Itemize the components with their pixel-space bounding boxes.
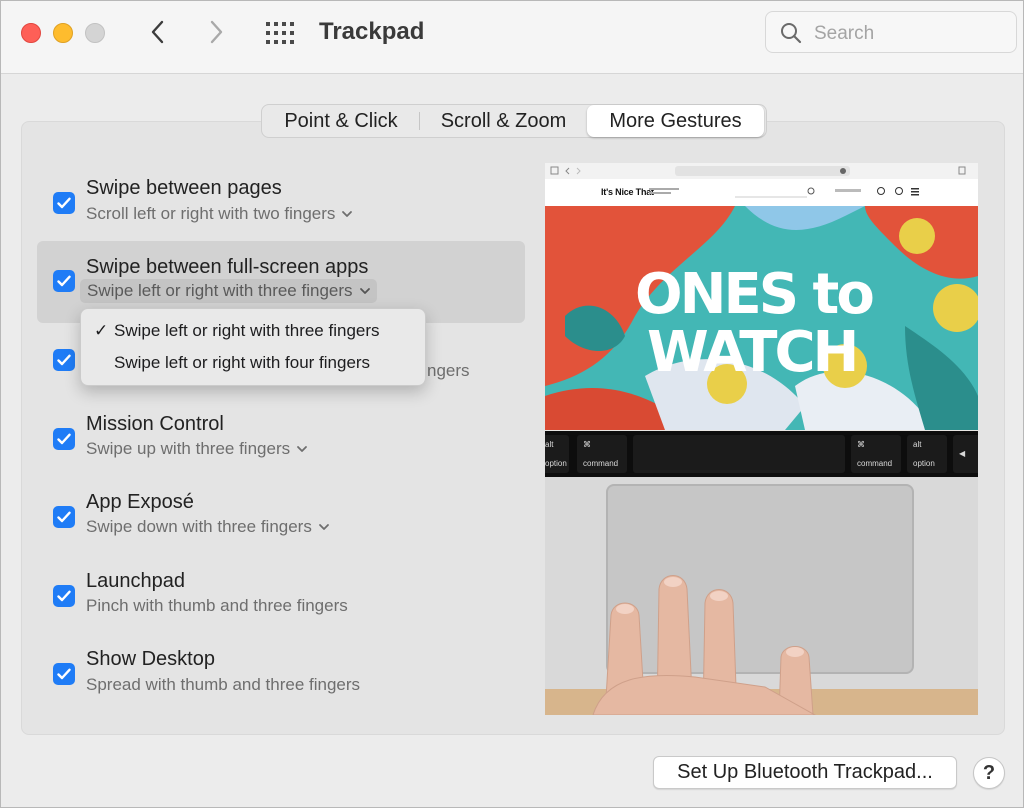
chevron-left-icon: [151, 20, 164, 44]
search-field[interactable]: [765, 11, 1017, 53]
gesture-title: Launchpad: [86, 570, 185, 592]
chevron-down-icon: [341, 210, 353, 218]
gesture-title: Swipe between full-screen apps: [86, 256, 369, 278]
menu-item-three-fingers[interactable]: ✓ Swipe left or right with three fingers: [81, 317, 425, 345]
swipe-between-apps-checkbox[interactable]: [53, 270, 75, 292]
chevron-down-icon: [296, 445, 308, 453]
gesture-subtitle: Swipe up with three fingers: [86, 439, 291, 458]
key-option-right: alt option: [907, 435, 947, 473]
site-header-graphic: [649, 187, 919, 198]
tab-point-and-click[interactable]: Point & Click: [262, 105, 420, 137]
tab-scroll-and-zoom[interactable]: Scroll & Zoom: [420, 105, 587, 137]
hero-headline-line1: ONES to: [635, 262, 875, 327]
mission-control-popup[interactable]: Swipe up with three fingers: [86, 438, 308, 460]
window-title: Trackpad: [319, 18, 425, 45]
checkmark-icon: [57, 433, 71, 445]
checkmark-icon: [57, 354, 71, 366]
minimize-window-button[interactable]: [53, 23, 73, 43]
search-input[interactable]: [812, 20, 1006, 48]
preview-browser-bar: [545, 163, 978, 180]
key-option-left: alt option: [545, 435, 569, 473]
tab-more-gestures[interactable]: More Gestures: [587, 105, 764, 137]
gesture-title: Swipe between pages: [86, 177, 282, 199]
gesture-subtitle: Spread with thumb and three fingers: [86, 675, 361, 694]
back-button[interactable]: [143, 17, 173, 47]
key-command-right: ⌘ command: [851, 435, 901, 473]
hand-illustration: [592, 575, 817, 715]
show-desktop-checkbox[interactable]: [53, 663, 75, 685]
title-bar: Trackpad: [1, 1, 1023, 74]
menu-item-label: Swipe left or right with three fingers: [114, 321, 380, 340]
gesture-preview-video: It's Nice That ONES to WATCH alt option …: [545, 163, 978, 715]
checkmark-icon: [57, 275, 71, 287]
gesture-subtitle: Swipe down with three fingers: [86, 517, 312, 536]
search-icon: [781, 23, 802, 44]
grid-icon: [266, 22, 294, 44]
checkmark-icon: [57, 197, 71, 209]
swipe-apps-dropdown-menu: ✓ Swipe left or right with three fingers…: [80, 308, 426, 386]
key-arrow-left: ◀: [953, 435, 978, 473]
browser-toolbar-graphic: [550, 166, 966, 176]
gesture-title: Show Desktop: [86, 648, 215, 670]
zoom-window-button[interactable]: [85, 23, 105, 43]
system-preferences-window: Trackpad Point & Click Scroll & Zoom Mor…: [0, 0, 1024, 808]
menu-item-four-fingers[interactable]: Swipe left or right with four fingers: [81, 349, 425, 377]
key-space: [633, 435, 845, 473]
gesture-title: App Exposé: [86, 491, 194, 513]
menu-item-label: Swipe left or right with four fingers: [114, 353, 371, 372]
hero-headline-line2: WATCH: [647, 320, 859, 385]
app-expose-popup[interactable]: Swipe down with three fingers: [86, 516, 330, 538]
show-all-button[interactable]: [263, 19, 297, 47]
close-window-button[interactable]: [21, 23, 41, 43]
checkmark-icon: [57, 590, 71, 602]
gesture-launchpad: Launchpad Pinch with thumb and three fin…: [37, 556, 525, 634]
swipe-between-apps-popup[interactable]: Swipe left or right with three fingers: [80, 279, 377, 303]
chevron-right-icon: [210, 20, 223, 44]
set-up-bluetooth-trackpad-button[interactable]: Set Up Bluetooth Trackpad...: [653, 756, 957, 789]
forward-button[interactable]: [201, 17, 231, 47]
gesture-title: Mission Control: [86, 413, 224, 435]
checkmark-icon: [57, 511, 71, 523]
gesture-subtitle: Pinch with thumb and three fingers: [86, 596, 348, 615]
gesture-subtitle: Scroll left or right with two fingers: [86, 204, 336, 223]
hidden-gesture-subtitle: ngers: [427, 361, 470, 380]
gesture-show-desktop: Show Desktop Spread with thumb and three…: [37, 634, 525, 712]
gesture-subtitle: Swipe left or right with three fingers: [87, 281, 353, 300]
gesture-app-expose: App Exposé Swipe down with three fingers: [37, 477, 525, 555]
gesture-swipe-between-pages: Swipe between pages Scroll left or right…: [37, 163, 525, 241]
checkmark-icon: [57, 668, 71, 680]
preview-site-header: It's Nice That: [545, 179, 978, 207]
key-command-left: ⌘ command: [577, 435, 627, 473]
preview-keyboard: alt option ⌘ command ⌘ command alt option ◀: [545, 431, 978, 477]
preview-laptop-deck: [545, 477, 978, 715]
tab-bar: Point & Click Scroll & Zoom More Gesture…: [261, 104, 767, 138]
gesture-mission-control: Mission Control Swipe up with three fing…: [37, 399, 525, 477]
chevron-down-icon: [359, 287, 371, 295]
launchpad-checkbox[interactable]: [53, 585, 75, 607]
app-expose-checkbox[interactable]: [53, 506, 75, 528]
chevron-down-icon: [318, 523, 330, 531]
checkmark-icon: ✓: [94, 321, 109, 340]
hidden-gesture-checkbox[interactable]: [53, 349, 75, 371]
swipe-between-pages-checkbox[interactable]: [53, 192, 75, 214]
mission-control-checkbox[interactable]: [53, 428, 75, 450]
help-button[interactable]: ?: [973, 757, 1005, 789]
swipe-between-pages-popup[interactable]: Scroll left or right with two fingers: [86, 203, 353, 225]
preview-hero-image: ONES to WATCH: [545, 206, 978, 430]
